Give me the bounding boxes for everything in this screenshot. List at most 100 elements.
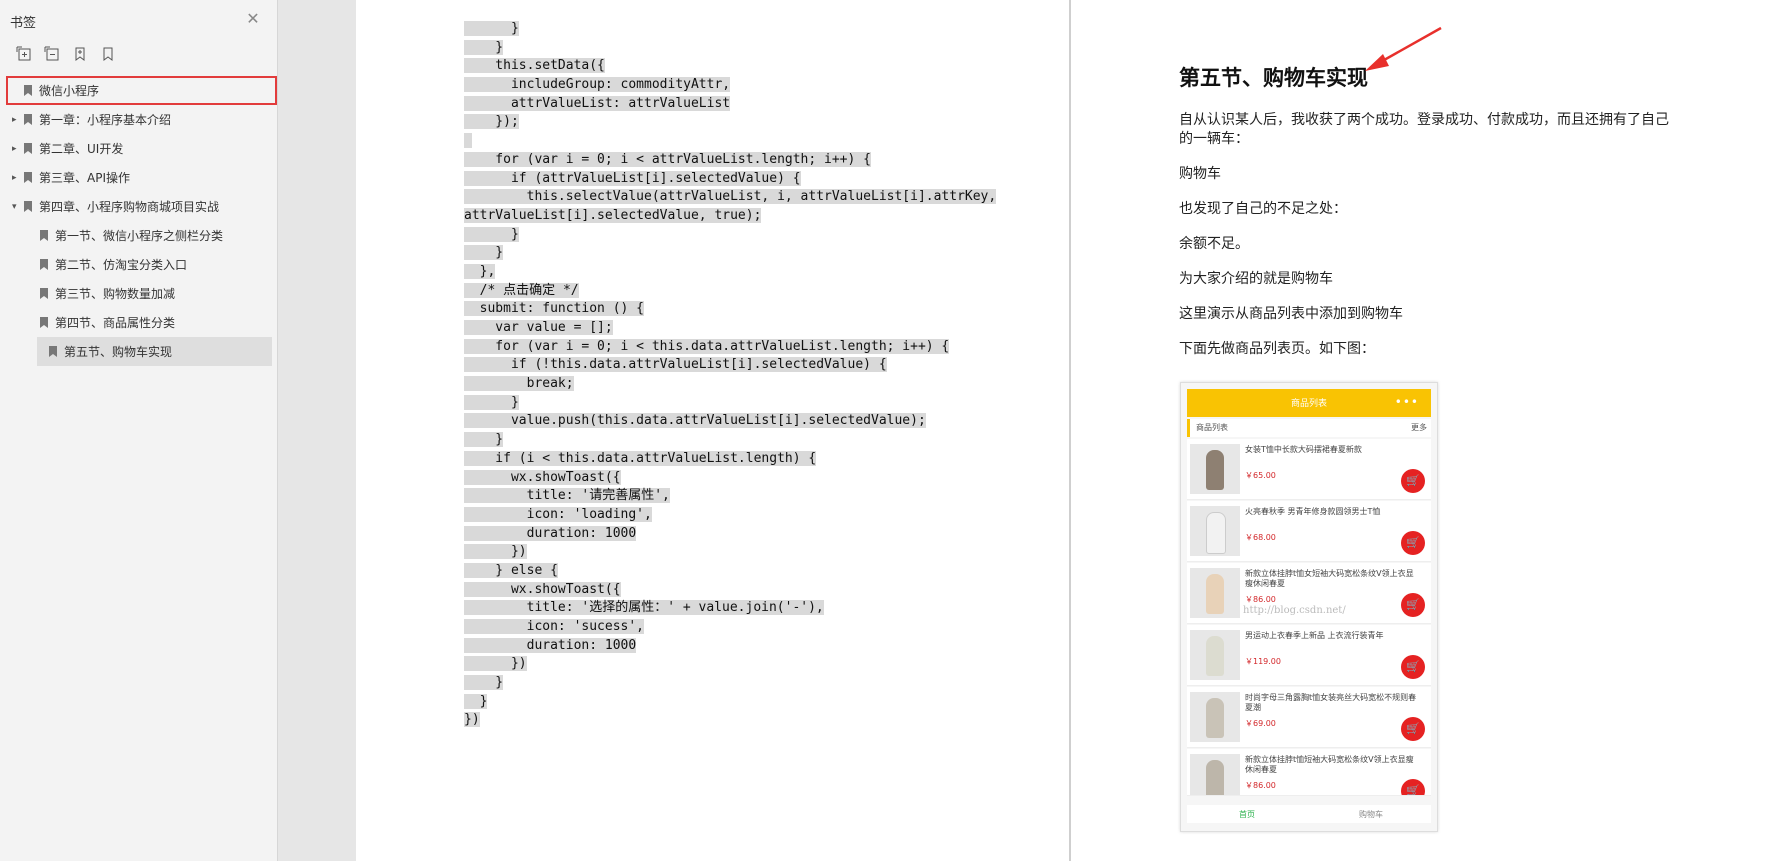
code-line: } bbox=[464, 431, 996, 450]
tab-home: 首页 bbox=[1239, 810, 1255, 819]
code-line-text: duration: 1000 bbox=[464, 637, 637, 653]
code-line bbox=[464, 132, 996, 151]
product-image bbox=[1190, 506, 1240, 556]
code-line-text: for (var i = 0; i < attrValueList.length… bbox=[464, 151, 871, 167]
code-line-text: }, bbox=[464, 263, 496, 279]
code-line-text: }); bbox=[464, 114, 519, 130]
code-line-text: icon: 'sucess', bbox=[464, 619, 645, 634]
code-line: }, bbox=[464, 263, 996, 282]
collapse-all-icon[interactable] bbox=[44, 46, 60, 62]
code-line: } bbox=[464, 39, 996, 58]
code-line-text: wx.showToast({ bbox=[464, 581, 621, 597]
code-line-text: } bbox=[464, 245, 504, 261]
product-name: 时尚字母三角露胸t恤女装亮丝大码宽松不规则春夏潮 bbox=[1245, 693, 1417, 712]
product-image bbox=[1190, 692, 1240, 742]
cart-icon: 🛒 bbox=[1401, 779, 1425, 795]
bookmark-item[interactable]: ▾ 第四章、小程序购物商城项目实战 bbox=[0, 192, 278, 221]
code-line-text: attrValueList[i].selectedValue, true); bbox=[464, 207, 762, 223]
code-block: } } this.setData({ includeGroup: commodi… bbox=[464, 20, 997, 730]
product-item: 男运动上衣春季上新品 上衣流行装青年 ￥119.00 🛒 bbox=[1187, 625, 1431, 686]
code-line: for (var i = 0; i < attrValueList.length… bbox=[464, 151, 996, 170]
product-name: 火亮春秋季 男青年修身款圆领男士T恤 bbox=[1245, 507, 1381, 516]
phone-tab-bar: 首页 购物车 bbox=[1187, 805, 1431, 823]
product-price: ￥86.00 bbox=[1245, 781, 1276, 790]
code-line-text: for (var i = 0; i < this.data.attrValueL… bbox=[464, 338, 950, 354]
code-line-text: } bbox=[464, 432, 504, 448]
more-dots-icon: ••• bbox=[1394, 395, 1419, 409]
paragraph: 余额不足。 bbox=[1179, 236, 1249, 252]
bookmark-item[interactable]: 微信小程序 bbox=[6, 76, 277, 105]
paragraph: 自从认识某人后，我收获了两个成功。登录成功、付款成功，而且还拥有了自己的一辆车： bbox=[1179, 112, 1669, 147]
collapse-arrow-icon[interactable]: ▾ bbox=[12, 202, 20, 212]
watermark-text: http://blog.csdn.net/ bbox=[1243, 605, 1346, 616]
product-name: 新款立体挂脖t恤短袖大码宽松条纹V领上衣显瘦休闲春夏 bbox=[1245, 755, 1414, 774]
code-line: icon: 'loading', bbox=[464, 506, 996, 525]
list-header-title: 商品列表 bbox=[1196, 423, 1228, 432]
product-item: 新款立体挂脖t恤短袖大码宽松条纹V领上衣显瘦休闲春夏 ￥86.00 🛒 bbox=[1187, 749, 1431, 796]
bookmark-label: 第三章、API操作 bbox=[39, 171, 130, 185]
paragraph: 下面先做商品列表页。如下图： bbox=[1179, 341, 1375, 357]
product-price: ￥86.00 bbox=[1245, 595, 1276, 604]
bookmark-item[interactable]: 第一节、微信小程序之侧栏分类 bbox=[0, 221, 278, 250]
code-line: this.selectValue(attrValueList, i, attrV… bbox=[464, 188, 997, 207]
product-image bbox=[1190, 630, 1240, 680]
code-line: } bbox=[464, 226, 996, 245]
code-line-text: } bbox=[464, 675, 504, 691]
product-name: 男运动上衣春季上新品 上衣流行装青年 bbox=[1245, 631, 1384, 640]
cart-icon: 🛒 bbox=[1401, 469, 1425, 493]
add-bookmark-icon[interactable] bbox=[72, 46, 88, 62]
bookmark-item[interactable]: ▸ 第三章、API操作 bbox=[0, 163, 278, 192]
list-header: 商品列表 更多 bbox=[1187, 419, 1431, 437]
phone-screenshot: 商品列表 ••• 商品列表 更多 女装T恤中长款大码摆裙春夏新款 ￥65.00 … bbox=[1180, 382, 1438, 832]
expand-arrow-icon[interactable]: ▸ bbox=[12, 115, 20, 125]
code-line-text: if (!this.data.attrValueList[i].selected… bbox=[464, 357, 887, 373]
bookmark-item[interactable]: ▸ 第二章、UI开发 bbox=[0, 134, 278, 163]
bookmark-flag-icon bbox=[40, 288, 48, 299]
product-image bbox=[1190, 568, 1240, 618]
code-line: } bbox=[464, 244, 996, 263]
code-line: for (var i = 0; i < this.data.attrValueL… bbox=[464, 338, 996, 357]
bookmark-item[interactable]: 第三节、购物数量加减 bbox=[0, 279, 278, 308]
bookmark-item[interactable]: 第二节、仿淘宝分类入口 bbox=[0, 250, 278, 279]
expand-arrow-icon[interactable]: ▸ bbox=[12, 144, 20, 154]
cart-icon: 🛒 bbox=[1401, 655, 1425, 679]
code-line: var value = []; bbox=[464, 319, 996, 338]
close-icon[interactable]: ✕ bbox=[245, 11, 261, 27]
bookmark-panel: 书签 ✕ 微信小程序 ▸ 第一章：小程序基本介绍 ▸ 第二章、UI开发 ▸ 第三… bbox=[0, 0, 278, 861]
bookmark-flag-icon bbox=[40, 317, 48, 328]
panel-title: 书签 bbox=[10, 16, 37, 31]
bookmark-item-selected[interactable]: 第五节、购物车实现 bbox=[37, 337, 272, 366]
bookmark-label: 第一节、微信小程序之侧栏分类 bbox=[55, 229, 224, 243]
product-item: 时尚字母三角露胸t恤女装亮丝大码宽松不规则春夏潮 ￥69.00 🛒 bbox=[1187, 687, 1431, 748]
bookmark-item[interactable]: ▸ 第一章：小程序基本介绍 bbox=[0, 105, 278, 134]
code-line: }) bbox=[464, 711, 996, 730]
code-line: } bbox=[464, 394, 996, 413]
cart-icon: 🛒 bbox=[1401, 593, 1425, 617]
code-line: value.push(this.data.attrValueList[i].se… bbox=[464, 412, 996, 431]
expand-arrow-icon[interactable]: ▸ bbox=[12, 173, 20, 183]
code-line-text: icon: 'loading', bbox=[464, 506, 652, 522]
bookmark-label: 第三节、购物数量加减 bbox=[55, 287, 176, 301]
code-line-text: includeGroup: commodityAttr, bbox=[464, 77, 731, 93]
phone-nav-bar: 商品列表 ••• bbox=[1187, 389, 1431, 417]
bookmark-flag-icon bbox=[24, 85, 32, 96]
code-line-text: if (attrValueList[i].selectedValue) { bbox=[464, 170, 801, 186]
code-line-text: duration: 1000 bbox=[464, 525, 637, 541]
code-line-text: break; bbox=[464, 376, 574, 392]
code-line-text: title: '请完善属性', bbox=[464, 488, 670, 504]
code-line-text: }) bbox=[464, 712, 480, 728]
code-line: title: '请完善属性', bbox=[464, 487, 996, 506]
bookmark-flag-icon bbox=[40, 259, 48, 270]
paragraph: 这里演示从商品列表中添加到购物车 bbox=[1179, 306, 1403, 322]
bookmark-item[interactable]: 第四节、商品属性分类 bbox=[0, 308, 278, 337]
bookmark-icon[interactable] bbox=[100, 46, 116, 62]
bookmark-label: 第五节、购物车实现 bbox=[64, 345, 173, 359]
expand-all-icon[interactable] bbox=[16, 46, 32, 62]
code-line: if (!this.data.attrValueList[i].selected… bbox=[464, 356, 996, 375]
product-image bbox=[1190, 444, 1240, 494]
code-line: } bbox=[464, 674, 996, 693]
list-header-more: 更多 bbox=[1411, 423, 1427, 432]
code-line-text: submit: function () { bbox=[464, 301, 645, 317]
code-line: }); bbox=[464, 113, 996, 132]
bookmark-flag-icon bbox=[24, 114, 32, 125]
